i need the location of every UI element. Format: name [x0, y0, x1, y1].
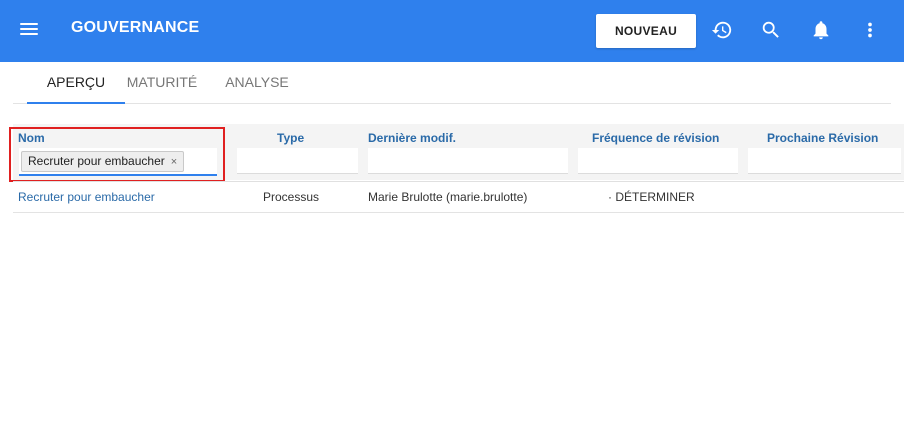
column-header-type[interactable]: Type	[277, 131, 304, 145]
column-header-name[interactable]: Nom	[18, 131, 45, 145]
column-header-next-review[interactable]: Prochaine Révision	[767, 131, 878, 145]
search-icon[interactable]	[760, 19, 782, 41]
bell-icon[interactable]	[810, 19, 832, 41]
name-filter-input[interactable]: Recruter pour embaucher ×	[19, 148, 217, 176]
app-bar: GOUVERNANCE NOUVEAU	[0, 0, 904, 62]
filter-chip: Recruter pour embaucher ×	[21, 151, 185, 172]
column-header-last-modified[interactable]: Dernière modif.	[368, 131, 456, 145]
column-header-frequency[interactable]: Fréquence de révision	[592, 131, 719, 145]
chip-close-icon[interactable]: ×	[171, 156, 177, 168]
app-title: GOUVERNANCE	[71, 19, 200, 36]
row-last-modified: Marie Brulotte (marie.brulotte)	[368, 190, 528, 204]
last-modified-filter-input[interactable]	[368, 148, 568, 174]
new-button[interactable]: NOUVEAU	[596, 14, 696, 48]
tab-bar: APERÇU MATURITÉ ANALYSE	[13, 62, 891, 104]
table-row[interactable]: Recruter pour embaucher Processus Marie …	[13, 182, 904, 213]
history-icon[interactable]	[711, 19, 733, 41]
row-type: Processus	[263, 190, 320, 204]
next-review-filter-input[interactable]	[748, 148, 901, 174]
row-frequency: · DÉTERMINER	[608, 190, 695, 204]
tab-analyse[interactable]: ANALYSE	[218, 62, 296, 104]
more-vert-icon[interactable]	[859, 19, 881, 41]
tab-maturite[interactable]: MATURITÉ	[116, 62, 208, 104]
tab-apercu[interactable]: APERÇU	[27, 62, 125, 104]
type-filter-input[interactable]	[237, 148, 358, 174]
menu-icon[interactable]	[20, 21, 40, 37]
row-name-link[interactable]: Recruter pour embaucher	[18, 190, 155, 204]
frequency-filter-input[interactable]	[578, 148, 738, 174]
filter-chip-label: Recruter pour embaucher	[28, 154, 165, 168]
